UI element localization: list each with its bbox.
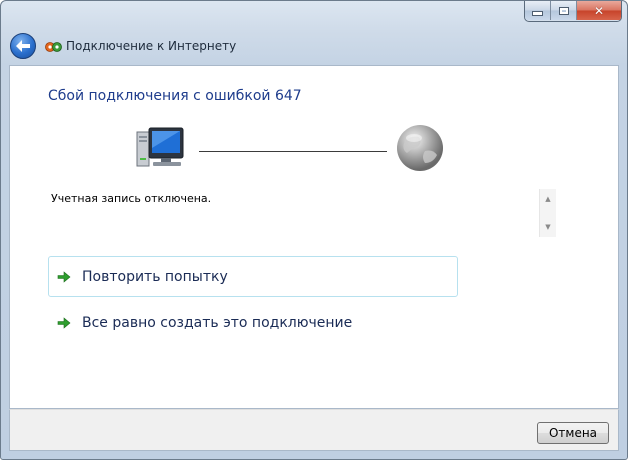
maximize-icon bbox=[558, 6, 569, 15]
scroll-up-icon[interactable]: ▲ bbox=[540, 191, 556, 207]
message-scrollbar[interactable]: ▲ ▼ bbox=[539, 189, 556, 237]
maximize-button[interactable] bbox=[551, 1, 577, 20]
wizard-title: Подключение к Интернету bbox=[66, 39, 237, 53]
globe-icon bbox=[397, 125, 443, 171]
computer-icon bbox=[136, 127, 184, 167]
scroll-down-icon[interactable]: ▼ bbox=[540, 219, 556, 235]
green-arrow-icon bbox=[57, 270, 71, 283]
minimize-button[interactable] bbox=[525, 1, 551, 20]
create-anyway-option-label: Все равно создать это подключение bbox=[82, 314, 353, 331]
back-button[interactable] bbox=[10, 33, 36, 59]
retry-option-label: Повторить попытку bbox=[82, 268, 228, 285]
error-message: Учетная запись отключена. bbox=[51, 192, 212, 205]
footer-bar: Отмена bbox=[9, 409, 619, 451]
page-heading: Сбой подключения с ошибкой 647 bbox=[48, 88, 302, 104]
back-arrow-icon bbox=[16, 40, 30, 52]
title-bar[interactable]: ✕ bbox=[1, 1, 627, 29]
network-connection-icon bbox=[45, 42, 62, 52]
minimize-icon bbox=[532, 11, 543, 16]
close-icon: ✕ bbox=[593, 3, 605, 18]
cancel-button[interactable]: Отмена bbox=[537, 422, 609, 444]
caption-buttons: ✕ bbox=[524, 1, 622, 22]
green-arrow-icon bbox=[57, 316, 71, 329]
connection-line bbox=[199, 151, 387, 152]
close-button[interactable]: ✕ bbox=[577, 1, 621, 20]
content-panel: Сбой подключения с ошибкой 647 Учетная з… bbox=[9, 65, 619, 409]
retry-option[interactable]: Повторить попытку bbox=[48, 256, 458, 297]
connection-wizard-window: ✕ Подключение к Интернету Сбой подключен… bbox=[0, 0, 628, 460]
navigation-bar: Подключение к Интернету bbox=[1, 29, 627, 63]
create-anyway-option[interactable]: Все равно создать это подключение bbox=[48, 302, 458, 343]
